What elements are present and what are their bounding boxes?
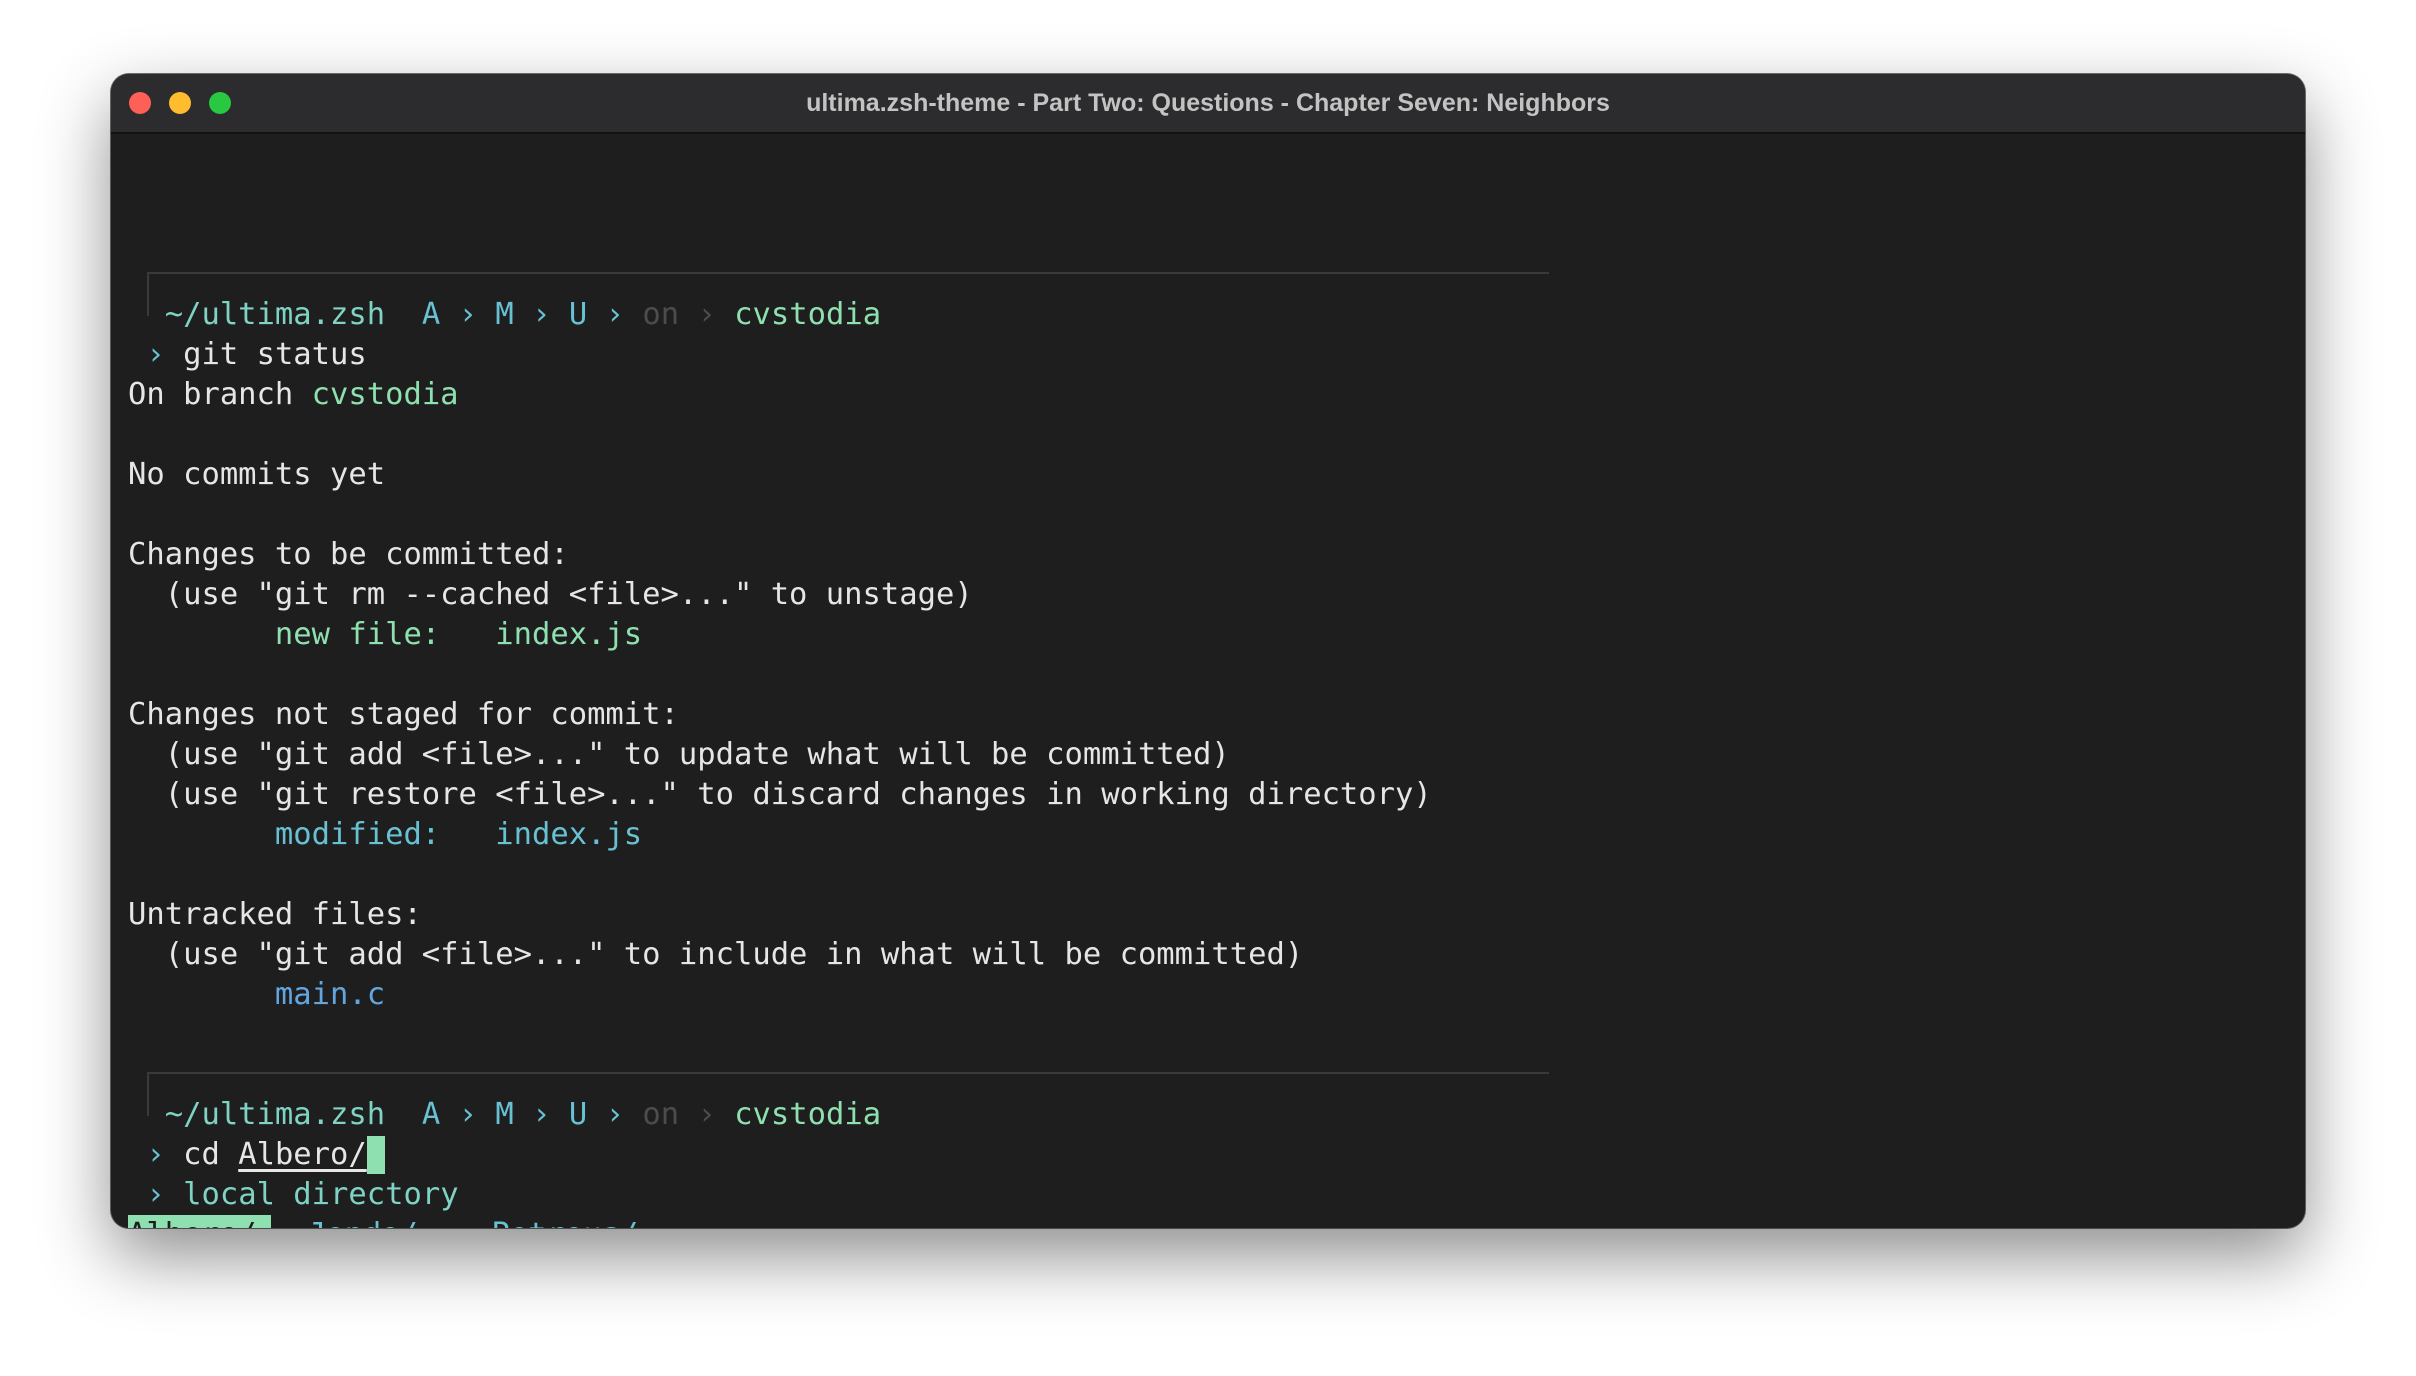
terminal-output[interactable]: ~/ultima.zsh A › M › U › on › cvstodia ›… (128, 132, 2305, 1228)
untracked-file-line: main.c (128, 975, 385, 1015)
prompt-separator: › (605, 297, 624, 332)
modified-file-line: modified: index.js (128, 817, 643, 852)
command-text: git status (183, 337, 367, 372)
output-line: Untracked files: (128, 897, 422, 932)
output-line: Changes to be committed: (128, 537, 569, 572)
prompt-separator: › (697, 1097, 716, 1132)
completion-group-line: › local directory (128, 1175, 459, 1215)
output-line: (use "git rm --cached <file>..." to unst… (128, 577, 973, 612)
git-status-modified: M (495, 1097, 514, 1132)
untracked-file: main.c (274, 977, 386, 1012)
prompt-info-line: ~/ultima.zsh A › M › U › on › cvstodia (128, 1095, 881, 1135)
git-status-untracked: U (568, 1097, 588, 1132)
prompt-on-label: on (642, 1097, 680, 1132)
prompt-branch: cvstodia (734, 297, 882, 332)
title-bar[interactable]: ultima.zsh-theme - Part Two: Questions -… (111, 74, 2305, 134)
output-line: (use "git add <file>..." to include in w… (128, 937, 1304, 972)
staged-file-line: new file: index.js (128, 617, 643, 652)
window-title: ultima.zsh-theme - Part Two: Questions -… (806, 89, 1610, 117)
prompt-separator: › (458, 1097, 477, 1132)
git-status-untracked: U (568, 297, 588, 332)
prompt-path: ~/ultima.zsh (164, 297, 386, 332)
command-line: › git status (128, 335, 367, 375)
prompt-path: ~/ultima.zsh (164, 1097, 386, 1132)
command-input-line[interactable]: › cd Albero/ (128, 1135, 385, 1175)
completion-item-selected[interactable]: Albero/ (128, 1215, 271, 1228)
prompt-separator: › (532, 297, 551, 332)
prompt-separator: › (697, 297, 716, 332)
git-status-added: A (421, 1097, 441, 1132)
prompt-separator: › (458, 297, 477, 332)
text-cursor (366, 1136, 385, 1174)
terminal-window: ultima.zsh-theme - Part Two: Questions -… (111, 74, 2305, 1228)
output-line: On branch cvstodia (128, 377, 459, 412)
git-status-modified: M (495, 297, 514, 332)
command-text: cd (183, 1137, 239, 1172)
completion-group-label: local directory (183, 1177, 459, 1212)
completion-item[interactable]: Jondo/ (308, 1217, 418, 1228)
git-status-added: A (421, 297, 441, 332)
output-line: (use "git restore <file>..." to discard … (128, 777, 1432, 812)
output-line: Changes not staged for commit: (128, 697, 679, 732)
prompt-arrow-icon: › (146, 337, 165, 372)
command-argument: Albero/ (238, 1137, 367, 1172)
completion-item[interactable]: Petrous/ (491, 1217, 638, 1228)
prompt-on-label: on (642, 297, 680, 332)
prompt-separator: › (532, 1097, 551, 1132)
completion-menu: Albero/ Jondo/ Petrous/ (128, 1215, 638, 1228)
prompt-branch: cvstodia (734, 1097, 882, 1132)
prompt-arrow-icon: › (146, 1137, 165, 1172)
output-line: No commits yet (128, 457, 386, 492)
prompt-separator: › (605, 1097, 624, 1132)
completion-arrow-icon: › (146, 1177, 165, 1212)
output-line: (use "git add <file>..." to update what … (128, 737, 1230, 772)
modified-file: index.js (495, 817, 643, 852)
branch-name: cvstodia (311, 377, 459, 412)
staged-file: index.js (495, 617, 643, 652)
prompt-info-line: ~/ultima.zsh A › M › U › on › cvstodia (128, 295, 881, 335)
